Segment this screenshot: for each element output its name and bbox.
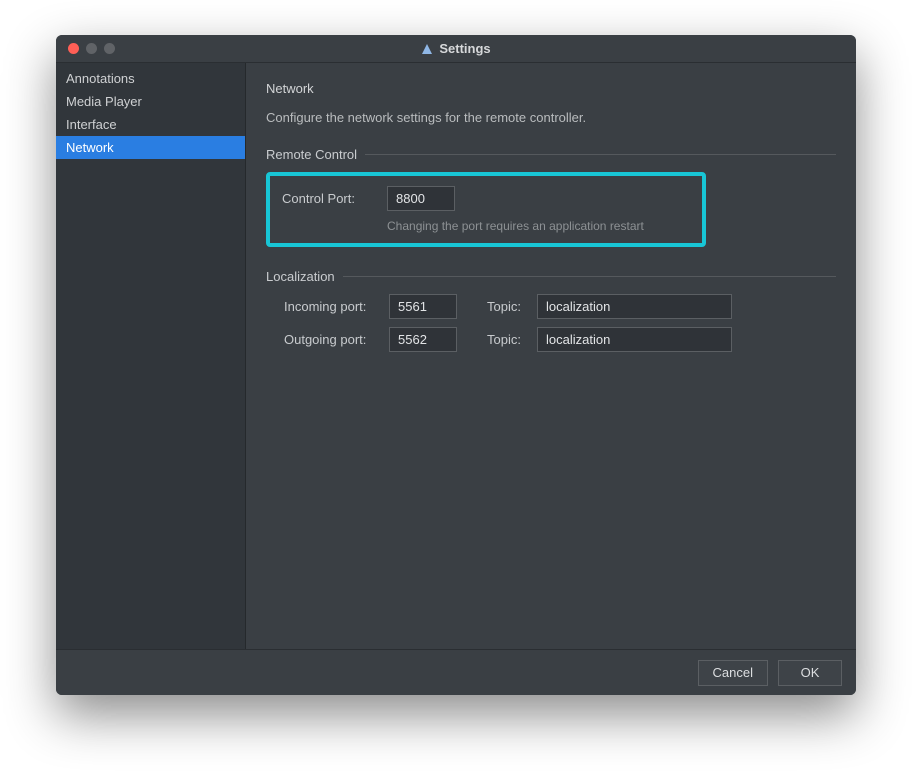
group-legend: Localization: [266, 269, 343, 284]
control-port-hint: Changing the port requires an applicatio…: [387, 219, 690, 233]
window-controls: [56, 43, 115, 54]
localization-group: Localization Incoming port: Topic: Outgo…: [266, 269, 836, 352]
incoming-topic-input[interactable]: [537, 294, 732, 319]
cancel-button[interactable]: Cancel: [698, 660, 768, 686]
page-description: Configure the network settings for the r…: [266, 110, 836, 125]
sidebar-item-label: Interface: [66, 117, 117, 132]
titlebar: Settings: [56, 35, 856, 63]
sidebar-item-label: Network: [66, 140, 114, 155]
control-port-input[interactable]: [387, 186, 455, 211]
footer: Cancel OK: [56, 649, 856, 695]
sidebar-item-label: Annotations: [66, 71, 135, 86]
window-body: Annotations Media Player Interface Netwo…: [56, 63, 856, 649]
outgoing-topic-input[interactable]: [537, 327, 732, 352]
window-title: Settings: [439, 41, 490, 56]
maximize-icon[interactable]: [104, 43, 115, 54]
page-title: Network: [266, 81, 836, 96]
remote-control-group: Remote Control Control Port: Changing th…: [266, 147, 836, 247]
divider: [365, 154, 836, 155]
sidebar: Annotations Media Player Interface Netwo…: [56, 63, 246, 649]
control-port-label: Control Port:: [282, 191, 387, 206]
sidebar-item-network[interactable]: Network: [56, 136, 245, 159]
outgoing-port-label: Outgoing port:: [284, 332, 389, 347]
incoming-port-input[interactable]: [389, 294, 457, 319]
outgoing-port-input[interactable]: [389, 327, 457, 352]
divider: [343, 276, 836, 277]
minimize-icon[interactable]: [86, 43, 97, 54]
settings-window: Settings Annotations Media Player Interf…: [56, 35, 856, 695]
main-panel: Network Configure the network settings f…: [246, 63, 856, 649]
incoming-topic-label: Topic:: [487, 299, 537, 314]
incoming-port-label: Incoming port:: [284, 299, 389, 314]
remote-control-highlight: Control Port: Changing the port requires…: [266, 172, 706, 247]
sidebar-item-annotations[interactable]: Annotations: [56, 67, 245, 90]
sidebar-item-label: Media Player: [66, 94, 142, 109]
close-icon[interactable]: [68, 43, 79, 54]
ok-button[interactable]: OK: [778, 660, 842, 686]
app-icon: [421, 43, 433, 55]
sidebar-item-media-player[interactable]: Media Player: [56, 90, 245, 113]
sidebar-item-interface[interactable]: Interface: [56, 113, 245, 136]
outgoing-topic-label: Topic:: [487, 332, 537, 347]
group-legend: Remote Control: [266, 147, 365, 162]
